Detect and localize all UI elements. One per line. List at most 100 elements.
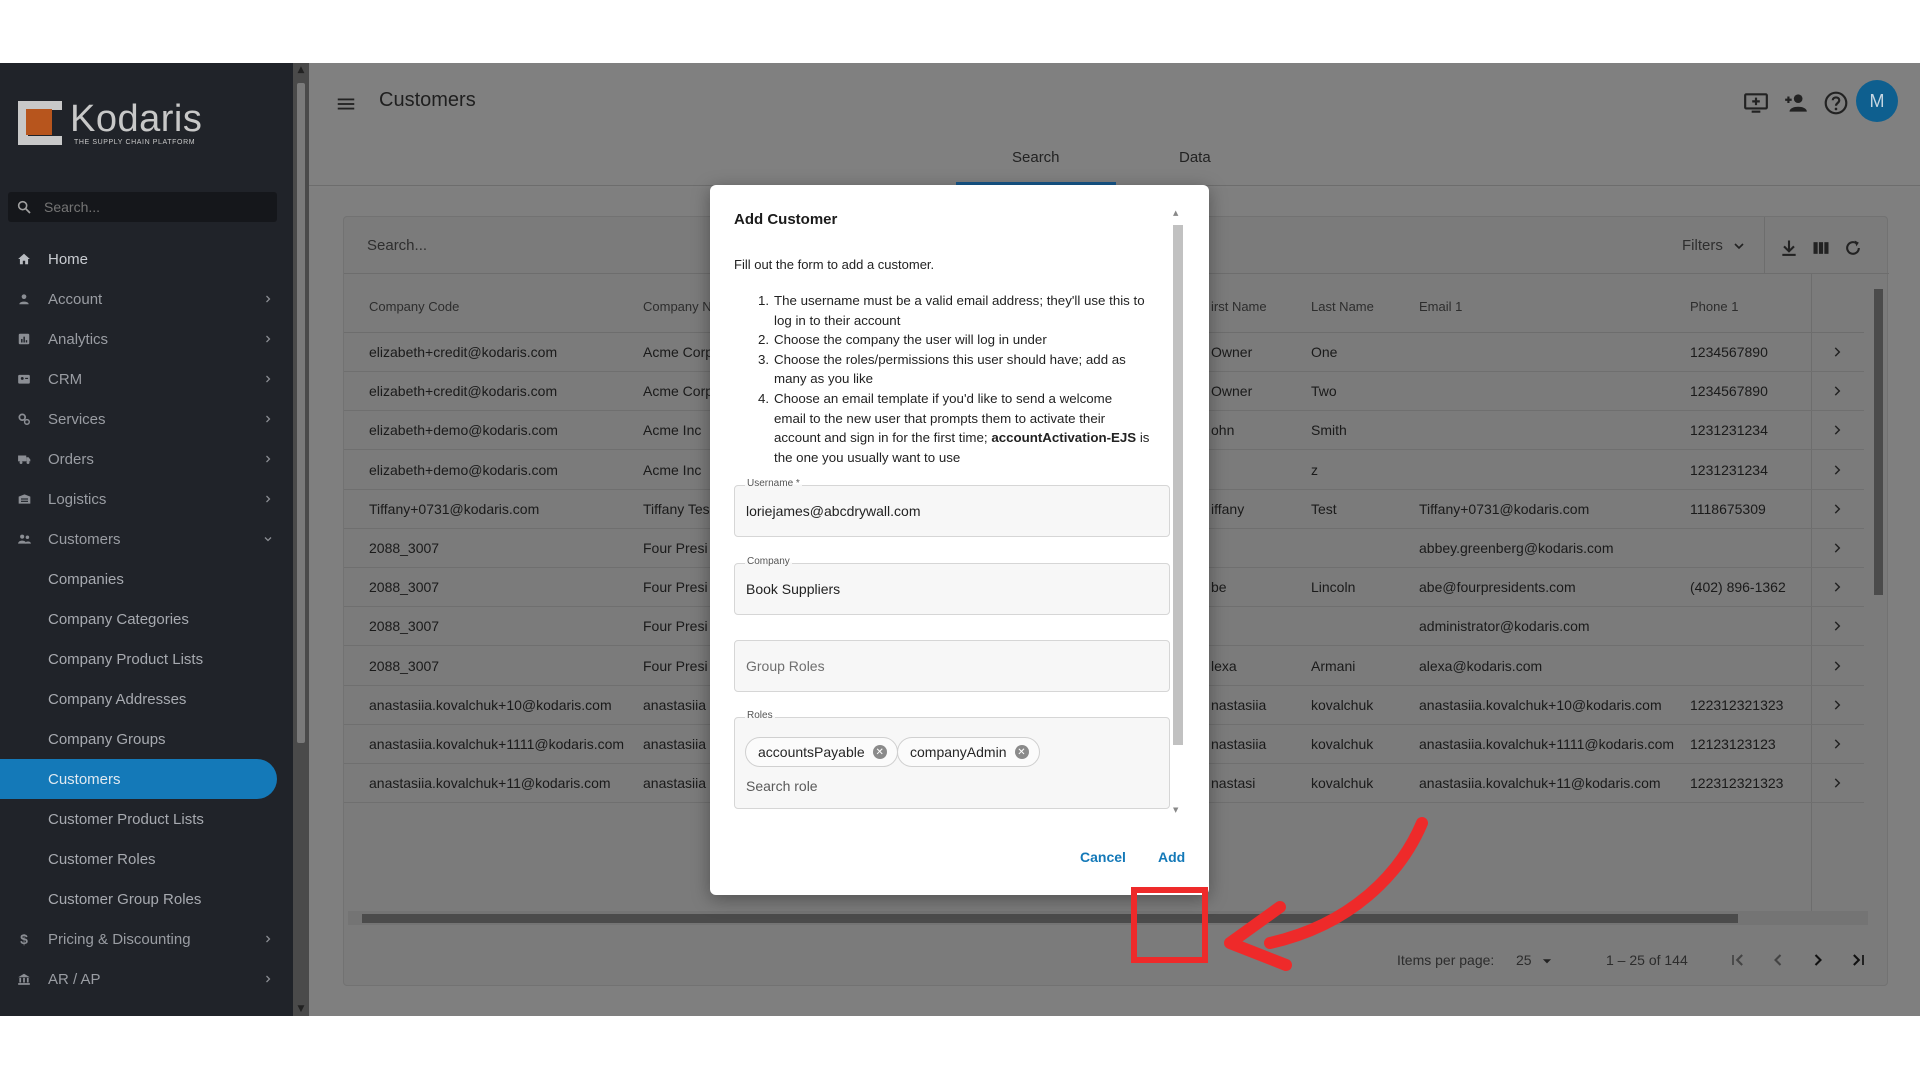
cell-company-code: anastasiia.kovalchuk+11@kodaris.com: [369, 775, 611, 792]
row-chevron-right-icon[interactable]: [1830, 776, 1844, 790]
row-chevron-right-icon[interactable]: [1830, 502, 1844, 516]
sidebar-subitem-customer-roles[interactable]: Customer Roles: [0, 839, 293, 879]
sidebar-subitem-company-groups[interactable]: Company Groups: [0, 719, 293, 759]
row-chevron-right-icon[interactable]: [1830, 698, 1844, 712]
step-text: Choose an email template if you'd like t…: [774, 390, 1113, 406]
sidebar-item-account[interactable]: Account: [0, 279, 293, 319]
row-chevron-right-icon[interactable]: [1830, 580, 1844, 594]
row-chevron-right-icon[interactable]: [1830, 541, 1844, 555]
tab-data[interactable]: Data: [1179, 149, 1211, 166]
role-chip[interactable]: companyAdmin ✕: [897, 737, 1040, 767]
row-chevron-right-icon[interactable]: [1830, 423, 1844, 437]
sidebar-subitem-company-addresses[interactable]: Company Addresses: [0, 679, 293, 719]
cell-last-name: z: [1311, 461, 1318, 478]
sidebar-subitem-company-categories[interactable]: Company Categories: [0, 599, 293, 639]
cell-company-code: Tiffany+0731@kodaris.com: [369, 500, 540, 517]
table-vertical-scrollbar[interactable]: [1871, 277, 1885, 917]
sidebar-item-analytics[interactable]: Analytics: [0, 319, 293, 359]
sidebar-subitem-customer-group-roles[interactable]: Customer Group Roles: [0, 879, 293, 919]
scroll-up-arrow-icon[interactable]: ▲: [1173, 209, 1178, 217]
row-chevron-right-icon[interactable]: [1830, 659, 1844, 673]
remove-chip-icon[interactable]: ✕: [872, 745, 887, 759]
kodaris-logo[interactable]: Kodaris THE SUPPLY CHAIN PLATFORM: [18, 98, 202, 148]
company-field[interactable]: Company Book Suppliers: [734, 556, 1170, 615]
first-page-icon[interactable]: [1728, 950, 1748, 970]
roles-field[interactable]: Roles accountsPayable ✕ companyAdmin ✕ S…: [734, 710, 1170, 809]
remove-chip-icon[interactable]: ✕: [1014, 745, 1029, 759]
add-user-icon[interactable]: [1783, 90, 1809, 116]
sidebar-item-services[interactable]: Services: [0, 399, 293, 439]
row-chevron-right-icon[interactable]: [1830, 463, 1844, 477]
next-page-icon[interactable]: [1808, 950, 1828, 970]
sidebar-subitem-customer-product-lists[interactable]: Customer Product Lists: [0, 799, 293, 839]
username-value[interactable]: loriejames@abcdrywall.com: [746, 503, 921, 519]
sidebar-search[interactable]: [8, 192, 277, 222]
column-header-company-code[interactable]: Company Code: [369, 299, 459, 314]
previous-page-icon[interactable]: [1768, 950, 1788, 970]
last-page-icon[interactable]: [1848, 950, 1868, 970]
column-header-company-name[interactable]: Company Na: [643, 299, 719, 314]
table-hscroll-thumb[interactable]: [362, 914, 1738, 923]
columns-icon[interactable]: [1811, 238, 1831, 258]
sidebar-search-input[interactable]: [44, 199, 244, 215]
sidebar-item-home[interactable]: Home: [0, 239, 293, 279]
sidebar-item-label: Company Addresses: [48, 690, 187, 708]
step-text: many as you like: [774, 371, 874, 387]
sidebar-item-label: Customers: [48, 770, 121, 788]
sidebar-item-pricing[interactable]: $ Pricing & Discounting: [0, 919, 293, 959]
dialog-scroll-thumb[interactable]: [1173, 225, 1183, 745]
scroll-down-arrow-icon[interactable]: ▼: [296, 1004, 306, 1014]
table-horizontal-scrollbar[interactable]: [348, 911, 1868, 925]
column-header-first-name[interactable]: irst Name: [1211, 299, 1267, 314]
row-chevron-right-icon[interactable]: [1830, 619, 1844, 633]
add-button[interactable]: Add: [1158, 849, 1185, 865]
sidebar-scrollbar[interactable]: ▲ ▼: [293, 63, 309, 1016]
company-value[interactable]: Book Suppliers: [746, 581, 840, 597]
sidebar-item-orders[interactable]: Orders: [0, 439, 293, 479]
username-field[interactable]: Username * loriejames@abcdrywall.com: [734, 478, 1170, 537]
sidebar-item-crm[interactable]: CRM: [0, 359, 293, 399]
group-roles-field[interactable]: Group Roles: [734, 640, 1170, 692]
instruction-step: 4. Choose an email template if you'd lik…: [734, 389, 1174, 467]
filters-button[interactable]: Filters: [1682, 237, 1747, 254]
column-header-last-name[interactable]: Last Name: [1311, 299, 1374, 314]
items-per-page-select[interactable]: 25: [1516, 952, 1532, 968]
user-avatar[interactable]: M: [1856, 80, 1898, 122]
column-header-email[interactable]: Email 1: [1419, 299, 1462, 314]
row-chevron-right-icon[interactable]: [1830, 345, 1844, 359]
tab-search[interactable]: Search: [1012, 149, 1060, 166]
column-header-phone[interactable]: Phone 1: [1690, 299, 1738, 314]
row-chevron-right-icon[interactable]: [1830, 384, 1844, 398]
help-icon[interactable]: [1823, 90, 1849, 116]
role-search-input[interactable]: Search role: [746, 778, 818, 794]
cell-company-code: elizabeth+credit@kodaris.com: [369, 344, 558, 360]
scroll-up-arrow-icon[interactable]: ▲: [296, 65, 306, 75]
table-vscroll-thumb[interactable]: [1874, 289, 1883, 595]
table-search-input[interactable]: Search...: [367, 237, 427, 254]
scroll-down-arrow-icon[interactable]: ▼: [1173, 806, 1178, 814]
sidebar-subitem-company-product-lists[interactable]: Company Product Lists: [0, 639, 293, 679]
cell-first-name: be: [1211, 579, 1227, 596]
refresh-icon[interactable]: [1843, 238, 1863, 258]
dropdown-arrow-icon[interactable]: [1540, 954, 1554, 968]
download-icon[interactable]: [1779, 238, 1799, 258]
row-chevron-right-icon[interactable]: [1830, 737, 1844, 751]
template-name: accountActivation-EJS: [991, 430, 1137, 446]
role-chip[interactable]: accountsPayable ✕: [745, 737, 898, 767]
group-roles-placeholder[interactable]: Group Roles: [746, 658, 825, 674]
chevron-right-icon: [266, 295, 271, 303]
step-number: 4.: [758, 390, 770, 406]
sidebar-item-ar-ap[interactable]: AR / AP: [0, 959, 293, 999]
cell-first-name: lexa: [1211, 657, 1237, 674]
hamburger-menu-icon[interactable]: [335, 93, 357, 115]
sidebar-scroll-thumb[interactable]: [297, 83, 305, 743]
sidebar-nav: Home Account Analytics CRM Services Orde…: [0, 239, 293, 999]
cancel-button[interactable]: Cancel: [1080, 849, 1126, 865]
dialog-scrollbar[interactable]: ▲ ▼: [1171, 209, 1183, 815]
sidebar-item-logistics[interactable]: Logistics: [0, 479, 293, 519]
cell-email: abbey.greenberg@kodaris.com: [1419, 540, 1614, 556]
sidebar-item-customers[interactable]: Customers: [0, 519, 293, 559]
sidebar-subitem-customers[interactable]: Customers: [0, 759, 293, 799]
sidebar-subitem-companies[interactable]: Companies: [0, 559, 293, 599]
add-to-screen-icon[interactable]: [1743, 90, 1769, 116]
